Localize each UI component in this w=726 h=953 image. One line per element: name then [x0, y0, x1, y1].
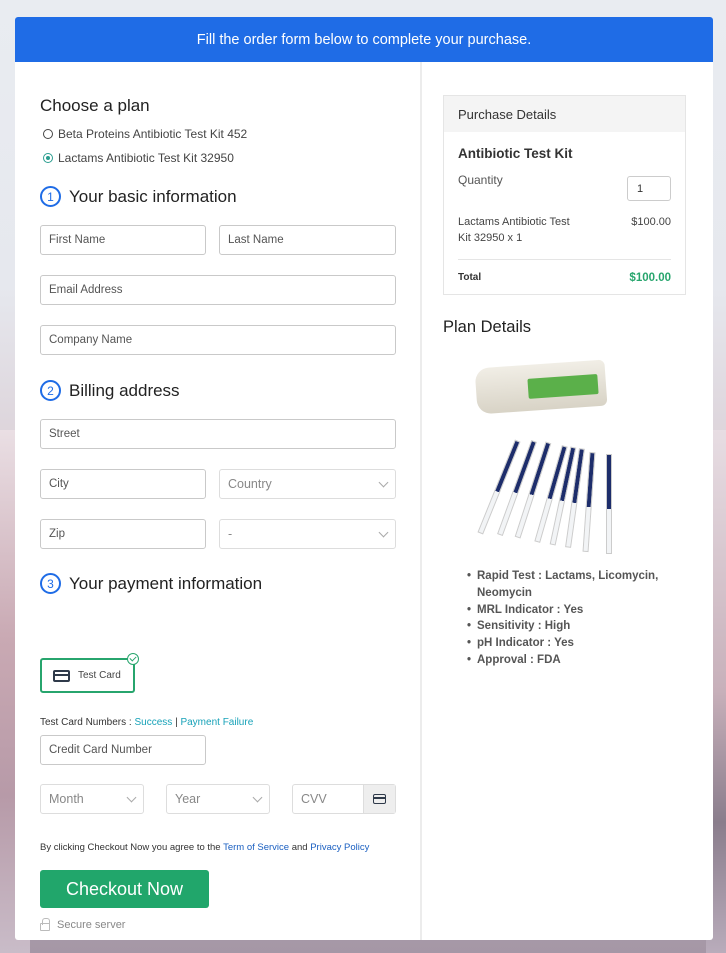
radio-selected-icon[interactable] — [43, 153, 53, 163]
zip-input[interactable]: Zip — [40, 519, 206, 549]
total-row: Total $100.00 — [458, 272, 671, 284]
terms-prefix: By clicking Checkout Now you agree to th… — [40, 842, 221, 853]
step-number-icon: 2 — [40, 380, 61, 401]
credit-card-icon — [53, 669, 70, 682]
plan-option-label: Lactams Antibiotic Test Kit 32950 — [58, 151, 234, 165]
month-select[interactable]: Month — [40, 784, 144, 814]
section-billing: 2 Billing address — [40, 380, 180, 401]
last-name-input[interactable]: Last Name — [219, 225, 396, 255]
feature-item: Sensitivity : High — [467, 618, 688, 635]
line-item-name-1: Lactams Antibiotic Test — [458, 216, 570, 228]
chevron-down-icon — [378, 527, 389, 537]
plan-option-label: Beta Proteins Antibiotic Test Kit 452 — [58, 127, 248, 141]
feature-item: Rapid Test : Lactams, Licomycin, Neomyci… — [467, 568, 688, 602]
state-select-value: - — [228, 527, 233, 541]
section-title: Your basic information — [69, 186, 237, 206]
terms-of-service-link[interactable]: Term of Service — [223, 842, 289, 853]
section-payment: 3 Your payment information — [40, 573, 262, 594]
purchase-details-panel: Purchase Details Antibiotic Test Kit Qua… — [443, 95, 686, 295]
purchase-details-heading: Purchase Details — [444, 96, 685, 132]
lock-icon — [40, 918, 50, 931]
payment-method-label: Test Card — [78, 670, 121, 681]
quantity-input[interactable]: 1 — [627, 176, 671, 201]
terms-and: and — [291, 842, 308, 853]
quantity-label: Quantity — [458, 173, 503, 187]
cvv-input[interactable]: CVV — [292, 784, 396, 814]
tube-label — [527, 374, 599, 399]
terms-text: By clicking Checkout Now you agree to th… — [40, 842, 369, 853]
feature-item: MRL Indicator : Yes — [467, 602, 688, 619]
total-amount: $100.00 — [629, 272, 671, 284]
secure-server-label: Secure server — [57, 919, 126, 931]
street-input[interactable]: Street — [40, 419, 396, 449]
chevron-down-icon — [378, 477, 389, 487]
email-input[interactable]: Email Address — [40, 275, 396, 305]
country-select[interactable]: Country — [219, 469, 396, 499]
step-number-icon: 3 — [40, 573, 61, 594]
plan-option-lactams[interactable]: Lactams Antibiotic Test Kit 32950 — [43, 151, 234, 165]
test-strip — [606, 454, 612, 554]
line-item-name-2: Kit 32950 x 1 — [458, 232, 523, 244]
section-title: Billing address — [69, 380, 180, 400]
feature-item: pH Indicator : Yes — [467, 635, 688, 652]
card-number-input[interactable]: Credit Card Number — [40, 735, 206, 765]
total-label: Total — [458, 272, 482, 283]
success-link[interactable]: Success — [134, 717, 172, 728]
year-select-value: Year — [175, 792, 201, 806]
privacy-policy-link[interactable]: Privacy Policy — [310, 842, 369, 853]
header-banner: Fill the order form below to complete yo… — [15, 17, 713, 62]
summary-column: Purchase Details Antibiotic Test Kit Qua… — [422, 62, 713, 940]
plan-features-list: Rapid Test : Lactams, Licomycin, Neomyci… — [467, 568, 688, 669]
order-form-card: Fill the order form below to complete yo… — [15, 17, 713, 940]
line-item-name: Lactams Antibiotic Test Kit 32950 x 1 — [458, 214, 570, 246]
test-card-numbers: Test Card Numbers : Success | Payment Fa… — [40, 717, 253, 728]
payment-failure-link[interactable]: Payment Failure — [180, 717, 253, 728]
product-image — [468, 352, 628, 554]
plan-details-heading: Plan Details — [443, 318, 532, 336]
company-input[interactable]: Company Name — [40, 325, 396, 355]
line-item: Lactams Antibiotic Test Kit 32950 x 1 $1… — [458, 214, 671, 260]
choose-plan-heading: Choose a plan — [40, 96, 150, 115]
section-title: Your payment information — [69, 573, 263, 593]
cvv-placeholder: CVV — [301, 792, 327, 806]
city-input[interactable]: City — [40, 469, 206, 499]
country-select-value: Country — [228, 477, 272, 491]
first-name-input[interactable]: First Name — [40, 225, 206, 255]
secure-server: Secure server — [40, 918, 126, 931]
feature-item: Approval : FDA — [467, 652, 688, 669]
payment-method-test-card[interactable]: Test Card — [40, 653, 139, 693]
cvv-card-button[interactable] — [363, 785, 395, 813]
year-select[interactable]: Year — [166, 784, 270, 814]
radio-unselected-icon[interactable] — [43, 129, 53, 139]
test-card-label: Test Card Numbers : — [40, 717, 132, 728]
test-tube-graphic — [474, 359, 608, 415]
chevron-down-icon — [252, 792, 263, 802]
month-select-value: Month — [49, 792, 84, 806]
step-number-icon: 1 — [40, 186, 61, 207]
test-strip — [514, 441, 552, 539]
section-basic-info: 1 Your basic information — [40, 186, 237, 207]
state-select[interactable]: - — [219, 519, 396, 549]
test-strip — [582, 451, 596, 553]
plan-option-beta[interactable]: Beta Proteins Antibiotic Test Kit 452 — [43, 127, 247, 141]
line-item-price: $100.00 — [631, 216, 671, 228]
credit-card-icon — [373, 794, 386, 804]
check-circle-icon — [127, 653, 139, 665]
form-column: Choose a plan Beta Proteins Antibiotic T… — [15, 62, 422, 940]
product-title: Antibiotic Test Kit — [458, 146, 573, 161]
quantity-row: Quantity 1 — [458, 173, 671, 201]
checkout-now-button[interactable]: Checkout Now — [40, 870, 209, 908]
chevron-down-icon — [126, 792, 137, 802]
separator: | — [175, 717, 178, 728]
